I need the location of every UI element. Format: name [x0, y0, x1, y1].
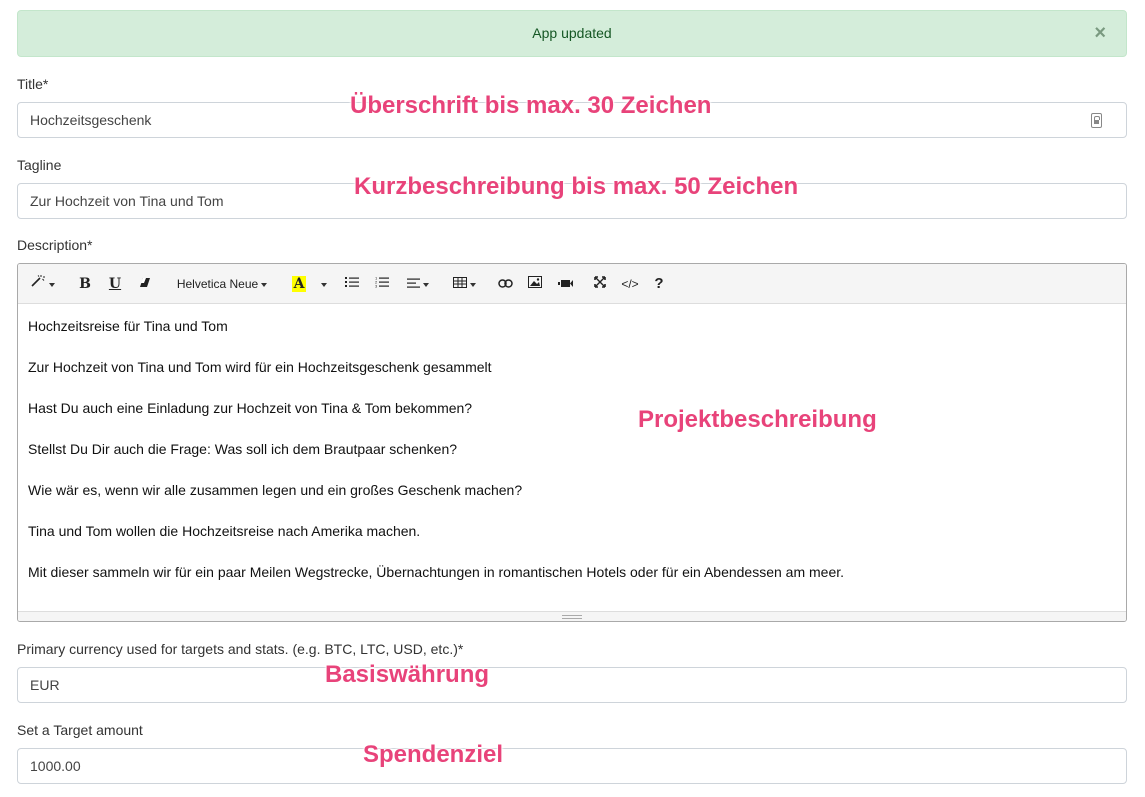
tagline-value: Zur Hochzeit von Tina und Tom	[30, 193, 224, 209]
currency-value: EUR	[30, 677, 60, 693]
text-color-button[interactable]: A	[290, 272, 308, 296]
fullscreen-icon[interactable]	[592, 272, 608, 296]
paragraph-align-icon[interactable]	[404, 272, 432, 296]
currency-label: Primary currency used for targets and st…	[17, 641, 464, 657]
tagline-annotation: Kurzbeschreibung bis max. 50 Zeichen	[354, 173, 799, 200]
title-label: Title*	[17, 76, 49, 92]
target-amount-input[interactable]: 1000.00	[17, 748, 1127, 784]
target-annotation: Spendenziel	[363, 741, 504, 768]
editor-toolbar: B U Helvetica Neue A 123 </> ?	[18, 264, 1126, 304]
underline-button[interactable]: U	[106, 272, 124, 296]
eraser-icon[interactable]	[136, 272, 154, 296]
alert-message: App updated	[532, 25, 612, 41]
color-dropdown-icon[interactable]	[316, 272, 328, 296]
password-manager-icon[interactable]	[1091, 113, 1102, 128]
currency-annotation: Basiswährung	[325, 661, 490, 688]
svg-text:3: 3	[375, 284, 378, 289]
picture-icon[interactable]	[526, 272, 544, 296]
description-label: Description*	[17, 237, 93, 253]
paragraph: Hast Du auch eine Einladung zur Hochzeit…	[28, 400, 473, 416]
title-annotation: Überschrift bis max. 30 Zeichen	[350, 92, 712, 119]
ordered-list-icon[interactable]: 123	[374, 272, 390, 296]
bullet-list-icon[interactable]	[344, 272, 360, 296]
link-icon[interactable]	[496, 272, 514, 296]
paragraph: Hochzeitsreise für Tina und Tom	[28, 318, 228, 334]
help-button[interactable]: ?	[652, 272, 666, 296]
paragraph: Wie wär es, wenn wir alle zusammen legen…	[28, 482, 523, 498]
bold-button[interactable]: B	[76, 272, 94, 296]
table-icon[interactable]	[450, 272, 478, 296]
resize-handle[interactable]	[18, 611, 1126, 621]
paragraph: Stellst Du Dir auch die Frage: Was soll …	[28, 441, 458, 457]
rich-text-editor[interactable]: B U Helvetica Neue A 123 </> ? Hochzeits…	[17, 263, 1127, 622]
title-value: Hochzeitsgeschenk	[30, 112, 152, 128]
video-icon[interactable]	[556, 272, 574, 296]
font-family-dropdown[interactable]: Helvetica Neue	[172, 272, 272, 296]
target-value: 1000.00	[30, 758, 81, 774]
success-alert: App updated ×	[17, 10, 1127, 57]
paragraph: Mit dieser sammeln wir für ein paar Meil…	[28, 564, 845, 580]
currency-input[interactable]: EUR	[17, 667, 1127, 703]
code-view-button[interactable]: </>	[618, 272, 642, 296]
editor-content[interactable]: Hochzeitsreise für Tina und Tom Zur Hoch…	[18, 304, 1126, 615]
target-label: Set a Target amount	[17, 722, 143, 738]
paragraph: Tina und Tom wollen die Hochzeitsreise n…	[28, 523, 421, 539]
paragraph: Zur Hochzeit von Tina und Tom wird für e…	[28, 359, 492, 375]
tagline-label: Tagline	[17, 157, 62, 173]
description-annotation: Projektbeschreibung	[638, 406, 877, 433]
close-icon[interactable]: ×	[1094, 11, 1106, 56]
style-magic-icon[interactable]	[26, 272, 58, 296]
